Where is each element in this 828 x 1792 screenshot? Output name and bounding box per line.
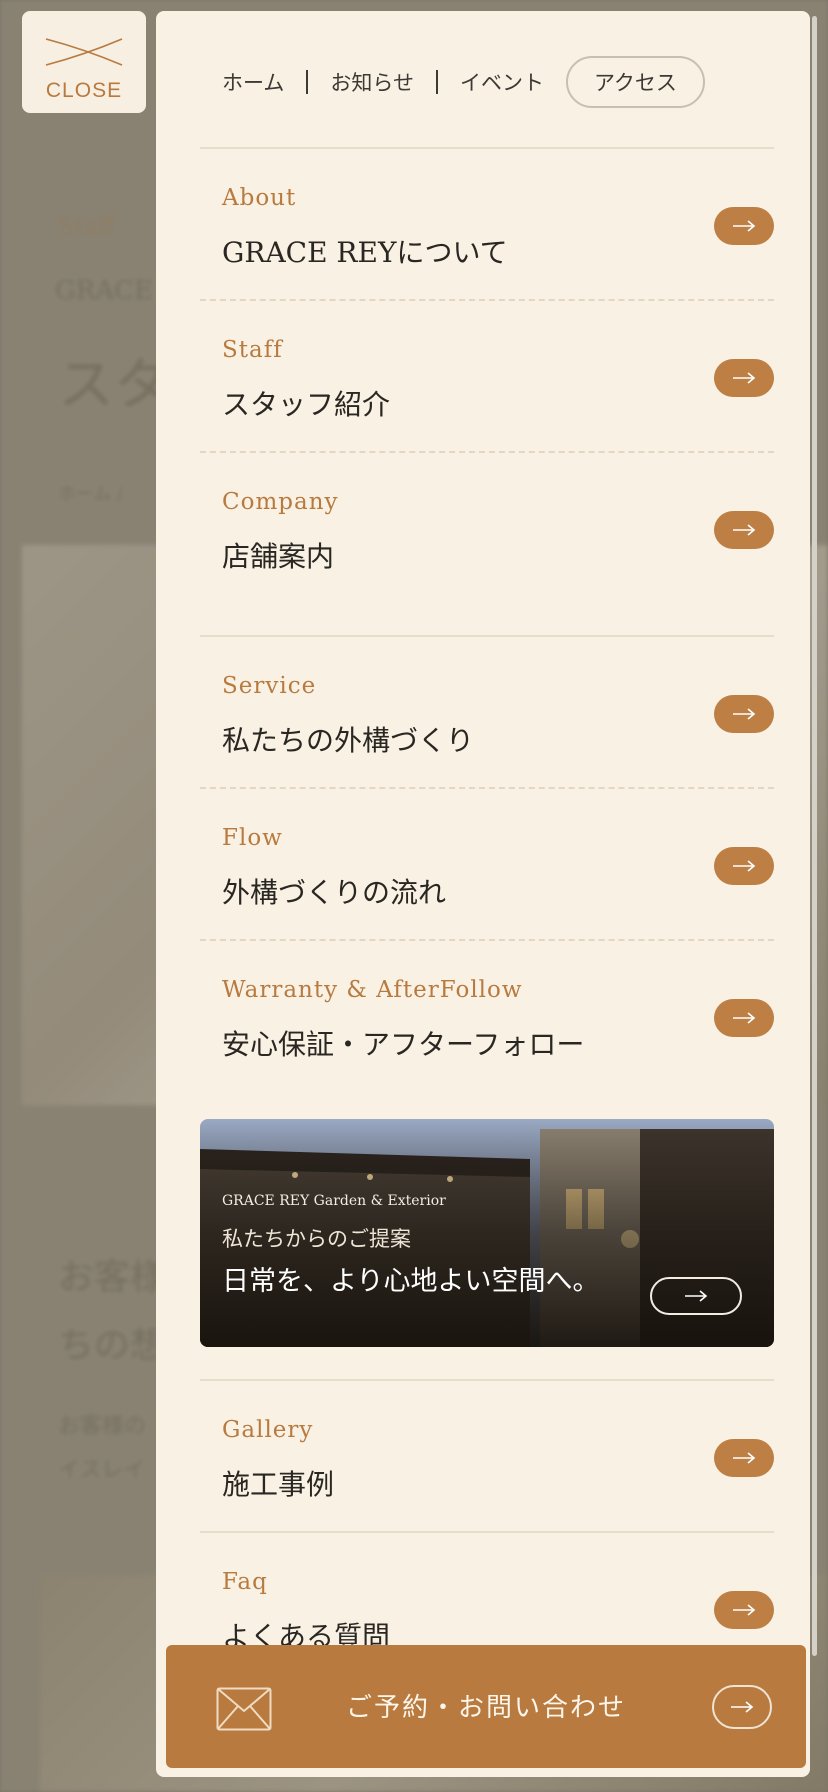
arrow-button[interactable] [714, 207, 774, 245]
menu-item-service[interactable]: Service 私たちの外構づくり [200, 637, 774, 787]
menu-item-jp: 施工事例 [222, 1468, 335, 1501]
menu-list: About GRACE REYについて Staff スタッフ紹介 Company… [200, 147, 774, 1683]
menu-item-jp: スタッフ紹介 [222, 388, 391, 421]
top-nav: ホーム お知らせ イベント アクセス [222, 56, 705, 108]
nav-link-home[interactable]: ホーム [222, 67, 284, 97]
menu-item-en: Company [222, 489, 339, 515]
menu-item-flow[interactable]: Flow 外構づくりの流れ [200, 789, 774, 939]
menu-item-jp: 安心保証・アフターフォロー [222, 1028, 585, 1061]
contact-button[interactable]: ご予約・お問い合わせ [166, 1645, 806, 1768]
arrow-button[interactable] [714, 1439, 774, 1477]
close-label: CLOSE [45, 79, 123, 102]
nav-drawer: ホーム お知らせ イベント アクセス About GRACE REYについて S… [156, 11, 810, 1777]
arrow-button[interactable] [714, 1591, 774, 1629]
menu-item-en: About [222, 185, 297, 211]
contact-arrow [712, 1685, 772, 1729]
arrow-right-icon [733, 220, 756, 232]
arrow-button[interactable] [714, 511, 774, 549]
menu-item-warranty[interactable]: Warranty & AfterFollow 安心保証・アフターフォロー [200, 941, 774, 1091]
menu-item-en: Faq [222, 1569, 268, 1595]
nav-link-events[interactable]: イベント [460, 67, 544, 97]
arrow-right-icon [685, 1290, 708, 1302]
close-button[interactable]: CLOSE [22, 11, 146, 113]
drawer-scrollbar[interactable] [812, 16, 817, 1656]
arrow-right-icon [733, 860, 756, 872]
proposal-banner[interactable]: GRACE REY Garden & Exterior 私たちからのご提案 日常… [200, 1119, 774, 1347]
banner-arrow-button[interactable] [650, 1277, 742, 1315]
nav-link-news[interactable]: お知らせ [330, 67, 414, 97]
menu-item-gallery[interactable]: Gallery 施工事例 [200, 1381, 774, 1531]
menu-item-jp: 店舗案内 [222, 540, 335, 573]
arrow-right-icon [733, 372, 756, 384]
menu-item-en: Staff [222, 337, 283, 363]
close-x-icon [45, 38, 123, 66]
banner-title: 日常を、より心地よい空間へ。 [222, 1266, 600, 1297]
arrow-right-icon [733, 1604, 756, 1616]
arrow-right-icon [731, 1701, 754, 1713]
nav-separator [306, 70, 309, 94]
menu-item-en: Service [222, 673, 317, 699]
menu-item-en: Gallery [222, 1417, 314, 1443]
arrow-button[interactable] [714, 847, 774, 885]
access-button[interactable]: アクセス [565, 56, 705, 108]
arrow-right-icon [733, 708, 756, 720]
nav-separator [435, 70, 438, 94]
banner-caption: GRACE REY Garden & Exterior [222, 1193, 446, 1209]
menu-item-about[interactable]: About GRACE REYについて [200, 149, 774, 299]
menu-item-staff[interactable]: Staff スタッフ紹介 [200, 301, 774, 451]
banner-subtitle: 私たちからのご提案 [222, 1227, 411, 1251]
arrow-right-icon [733, 524, 756, 536]
arrow-button[interactable] [714, 695, 774, 733]
arrow-button[interactable] [714, 999, 774, 1037]
menu-item-en: Flow [222, 825, 283, 851]
menu-item-company[interactable]: Company 店舗案内 [200, 453, 774, 635]
arrow-button[interactable] [714, 359, 774, 397]
contact-label: ご予約・お問い合わせ [345, 1693, 626, 1723]
menu-item-jp: GRACE REYについて [222, 236, 508, 269]
menu-item-jp: 私たちの外構づくり [222, 724, 475, 757]
arrow-right-icon [733, 1452, 756, 1464]
menu-item-jp: 外構づくりの流れ [222, 876, 447, 909]
menu-item-en: Warranty & AfterFollow [222, 977, 523, 1003]
arrow-right-icon [733, 1012, 756, 1024]
